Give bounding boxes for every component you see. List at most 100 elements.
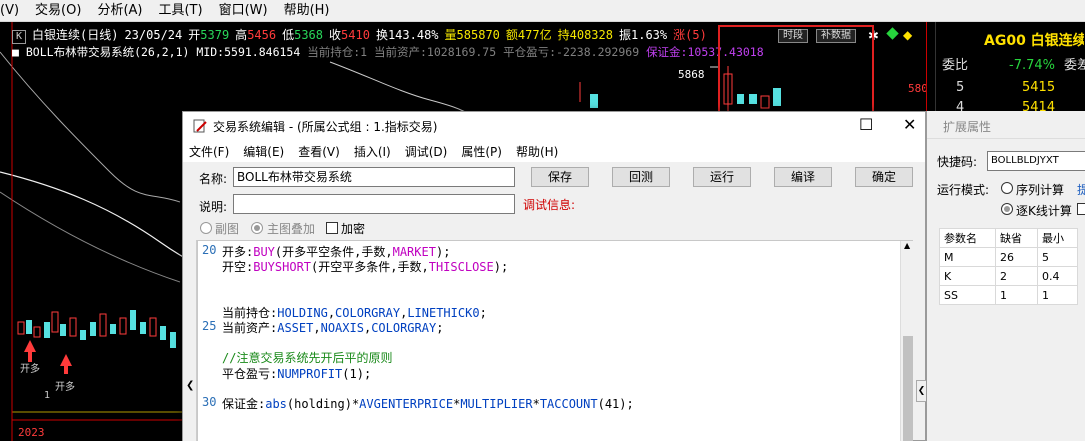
bid-ratio-row: 委比 -7.74% 委差 — [936, 56, 1085, 76]
table-row[interactable]: SS 1 1 — [939, 285, 1078, 305]
indicator-line: ■ BOLL布林带交易系统(26,2,1) MID:5591.846154 当前… — [12, 44, 764, 60]
oi-value: 408328 — [569, 28, 613, 42]
props-checkbox[interactable] — [1077, 203, 1085, 215]
candle — [110, 324, 116, 334]
kline-button[interactable]: K — [12, 30, 26, 44]
ok-button[interactable]: 确定 — [855, 167, 913, 187]
encrypt-checkbox[interactable] — [326, 222, 338, 234]
indicator-holding: 当前持仓:1 — [307, 45, 368, 59]
props-title: 扩展属性 — [943, 120, 992, 134]
ask-price: 5415 — [1022, 80, 1056, 95]
dlg-menu-insert[interactable]: 插入(I) — [347, 143, 398, 160]
code-line[interactable]: 平仓盈亏:NUMPROFIT(1); — [222, 365, 371, 382]
code-token: COLORGRAY — [371, 321, 437, 335]
menu-trade[interactable]: 交易(O) — [27, 0, 89, 22]
dlg-menu-view[interactable]: 查看(V) — [291, 143, 347, 160]
run-button[interactable]: 运行 — [693, 167, 751, 187]
code-token: MULTIPLIER — [460, 397, 533, 411]
backtest-button[interactable]: 回测 — [612, 167, 670, 187]
table-row[interactable]: K 2 0.4 — [939, 266, 1078, 286]
buy-signal-label-2: 开多 — [55, 382, 75, 393]
scroll-up-icon[interactable]: ▲ — [904, 241, 910, 250]
ask-level: 5 — [956, 80, 965, 95]
table-row[interactable]: M 26 5 — [939, 247, 1078, 267]
dlg-menu-file[interactable]: 文件(F) — [183, 143, 236, 160]
name-input[interactable]: BOLL布林带交易系统 — [233, 167, 515, 187]
amount-label: 额 — [505, 28, 518, 42]
param-default[interactable]: 1 — [995, 285, 1038, 305]
candle — [17, 321, 25, 335]
param-default[interactable]: 2 — [995, 266, 1038, 286]
scrollbar-thumb[interactable] — [903, 336, 913, 441]
dlg-menu-props[interactable]: 属性(P) — [454, 143, 509, 160]
menu-tools[interactable]: 工具(T) — [150, 0, 210, 22]
code-token: 开多: — [222, 245, 254, 259]
editor-scrollbar[interactable]: ▲ — [900, 241, 913, 441]
open-label: 开 — [188, 28, 201, 42]
desc-label: 说明: — [199, 200, 228, 214]
candle — [44, 322, 50, 338]
boll-upper-line-right — [329, 61, 471, 115]
sequence-mode-radio[interactable] — [1001, 182, 1013, 194]
dlg-menu-debug[interactable]: 调试(D) — [398, 143, 455, 160]
maximize-icon[interactable]: ☐ — [859, 114, 873, 136]
change-label: 涨 — [673, 28, 686, 42]
param-min[interactable]: 1 — [1037, 285, 1078, 305]
yellow-star-icon[interactable]: ◆ — [903, 28, 912, 42]
code-token: (开多平空条件,手数, — [274, 245, 393, 259]
collapse-left-icon[interactable]: ❮ — [186, 380, 194, 391]
price-label-5868: 5868 — [678, 68, 705, 81]
code-token: ASSET — [277, 321, 314, 335]
code-token: HOLDING — [277, 305, 328, 320]
low-value: 5368 — [294, 28, 324, 42]
open-value: 5379 — [200, 28, 230, 42]
code-line[interactable]: 保证金:abs(holding)*AVGENTERPRICE *MULTIPLIE… — [222, 395, 634, 412]
run-mode-label: 运行模式: — [937, 183, 990, 197]
code-line[interactable]: 开空:BUYSHORT(开空平多条件,手数,THISCLOSE); — [222, 258, 508, 275]
dlg-menu-help[interactable]: 帮助(H) — [509, 143, 565, 160]
main-overlay-radio[interactable] — [251, 222, 263, 234]
menu-window[interactable]: 窗口(W) — [211, 0, 276, 22]
close-icon[interactable]: ✕ — [903, 114, 916, 136]
candle — [130, 310, 136, 330]
save-button[interactable]: 保存 — [531, 167, 589, 187]
per-bar-mode-radio[interactable] — [1001, 203, 1013, 215]
param-name: M — [939, 247, 996, 267]
desc-input[interactable] — [233, 194, 515, 214]
buy-arrow-stem — [64, 366, 68, 374]
param-min[interactable]: 5 — [1037, 247, 1078, 267]
ratio-label-2: 委差 — [1064, 58, 1085, 73]
code-token: BUY — [253, 245, 275, 259]
menu-analysis[interactable]: 分析(A) — [89, 0, 150, 22]
low-label: 低 — [282, 28, 295, 42]
high-label: 高 — [235, 28, 248, 42]
dialog-titlebar[interactable]: 交易系统编辑 - (所属公式组 : 1.指标交易) ☐ ✕ — [183, 112, 925, 140]
code-token: , — [327, 305, 336, 320]
left-splitter[interactable]: ❮ — [183, 240, 197, 441]
menu-view[interactable]: (V) — [0, 0, 27, 22]
param-min[interactable]: 0.4 — [1037, 266, 1078, 286]
line-number: 20 — [202, 243, 217, 257]
main-overlay-label: 主图叠加 — [267, 222, 316, 236]
subchart-radio[interactable] — [200, 222, 212, 234]
indicator-marker: ■ — [12, 45, 19, 59]
instrument-name: 白银连续(日线) — [32, 28, 119, 42]
code-token: (1); — [342, 366, 372, 381]
swing-label: 振 — [618, 28, 631, 42]
candle — [33, 326, 41, 338]
volume-label: 量 — [444, 28, 457, 42]
volume-value: 585870 — [456, 28, 500, 42]
buy-arrow — [60, 354, 72, 366]
compile-button[interactable]: 编译 — [774, 167, 832, 187]
dlg-menu-edit[interactable]: 编辑(E) — [236, 143, 291, 160]
code-editor[interactable]: 20 开多:BUY(开多平空条件,手数,MARKET); 开空:BUYSHORT(开… — [197, 240, 913, 441]
buy-signal-label: 开多 — [20, 364, 40, 375]
change-value: (5) — [685, 28, 707, 42]
shortcut-input[interactable]: BOLLBLDJYXT — [987, 151, 1085, 171]
code-line[interactable]: 当前资产:ASSET,NOAXIS,COLORGRAY; — [222, 319, 443, 336]
editor-icon — [193, 119, 207, 133]
mode-extra-label: 提 — [1077, 183, 1085, 197]
menu-help[interactable]: 帮助(H) — [276, 0, 338, 22]
param-default[interactable]: 26 — [995, 247, 1038, 267]
line-number: 30 — [202, 395, 217, 409]
